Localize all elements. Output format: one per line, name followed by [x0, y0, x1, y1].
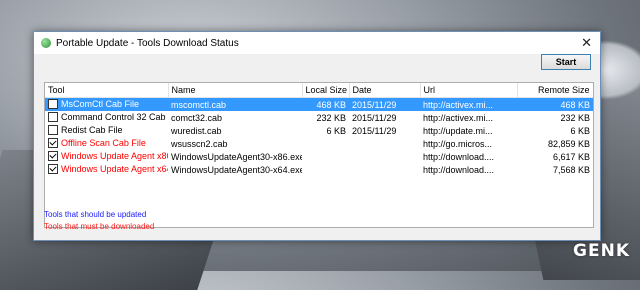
- cell-name: WindowsUpdateAgent30-x86.exe: [171, 151, 302, 162]
- table-row[interactable]: Command Control 32 Cab Filecomct32.cab 23…: [45, 111, 593, 124]
- row-checkbox[interactable]: [48, 124, 58, 135]
- list-header: Tool Name Local Size Date Url Remote Siz…: [45, 83, 593, 98]
- row-checkbox[interactable]: [48, 111, 58, 122]
- cell-remote-size: 468 KB: [517, 97, 593, 111]
- genk-watermark-logo: GENK: [573, 241, 630, 261]
- col-header-name[interactable]: Name: [168, 83, 303, 98]
- cell-date: [349, 163, 420, 176]
- legend-updated: Tools that should be updated: [44, 210, 147, 219]
- cell-local-size: 468 KB: [302, 97, 349, 111]
- col-header-date[interactable]: Date: [349, 83, 421, 98]
- table-row[interactable]: Windows Update Agent x64 WindowsUpdateAge…: [45, 163, 593, 176]
- cell-date: 2015/11/29: [352, 112, 397, 123]
- cell-local-size: [302, 163, 349, 176]
- title-bar[interactable]: Portable Update - Tools Download Status …: [34, 32, 600, 54]
- cell-name: wuredist.cab: [171, 125, 222, 136]
- cell-local-size: [302, 150, 349, 163]
- tool-label: Redist Cab File: [61, 125, 123, 136]
- tool-label: Windows Update Agent x86: [61, 151, 168, 162]
- cell-name: WindowsUpdateAgent30-x64.exe: [171, 164, 302, 175]
- cell-local-size: [302, 137, 349, 150]
- col-header-tool[interactable]: Tool: [45, 83, 169, 98]
- table-row[interactable]: Windows Update Agent x86 WindowsUpdateAge…: [45, 150, 593, 163]
- cell-local-size: 232 KB: [316, 112, 346, 123]
- cell-remote-size: 6 KB: [570, 125, 590, 136]
- row-checkbox[interactable]: [48, 137, 58, 148]
- cell-url: http://download....: [423, 151, 495, 162]
- tool-label: Windows Update Agent x64: [61, 164, 168, 175]
- row-checkbox[interactable]: [48, 98, 58, 109]
- cell-url: http://activex.mi...: [420, 97, 517, 111]
- cell-date: 2015/11/29: [349, 97, 420, 111]
- cell-url: http://download....: [423, 164, 495, 175]
- cell-tool: Windows Update Agent x64: [45, 163, 168, 176]
- tool-label: MsComCtl Cab File: [61, 99, 140, 110]
- cell-name: comct32.cab: [171, 112, 223, 123]
- tool-label: Offline Scan Cab File: [61, 138, 146, 149]
- row-checkbox[interactable]: [48, 150, 58, 161]
- portable-update-window: Portable Update - Tools Download Status …: [33, 31, 601, 241]
- table-row[interactable]: MsComCtl Cab File mscomctl.cab 468 KB 2015/…: [45, 97, 593, 111]
- cell-remote-size: 232 KB: [560, 112, 590, 123]
- close-button[interactable]: ✕: [581, 35, 592, 51]
- table-row[interactable]: Redist Cab File wuredist.cab 6 KB 2015/11/2…: [45, 124, 593, 137]
- start-button[interactable]: Start: [541, 54, 591, 70]
- cell-local-size: 6 KB: [326, 125, 346, 136]
- cell-tool: Windows Update Agent x86: [45, 150, 168, 163]
- row-checkbox[interactable]: [48, 163, 58, 174]
- app-icon: [40, 37, 52, 49]
- window-title: Portable Update - Tools Download Status: [56, 37, 239, 49]
- cell-url: http://update.mi...: [423, 125, 493, 136]
- col-header-local-size[interactable]: Local Size: [302, 83, 350, 98]
- cell-tool: Command Control 32 Cab File: [45, 111, 168, 124]
- cell-remote-size: 6,617 KB: [552, 151, 590, 162]
- cell-remote-size: 82,859 KB: [547, 138, 590, 149]
- cell-name: mscomctl.cab: [168, 97, 302, 111]
- cell-date: [349, 137, 420, 150]
- col-header-url[interactable]: Url: [420, 83, 518, 98]
- col-header-remote-size[interactable]: Remote Size: [517, 83, 593, 98]
- cell-url: http://activex.mi...: [423, 112, 494, 123]
- tools-list[interactable]: Tool Name Local Size Date Url Remote Siz…: [44, 82, 594, 228]
- tool-label: Command Control 32 Cab File: [61, 112, 168, 123]
- cell-tool: MsComCtl Cab File: [45, 97, 168, 111]
- cell-url: http://go.micros...: [423, 138, 493, 149]
- cell-tool: Offline Scan Cab File: [45, 137, 168, 150]
- cell-tool: Redist Cab File: [45, 124, 168, 137]
- cell-name: wsusscn2.cab: [171, 138, 228, 149]
- cell-date: [349, 150, 420, 163]
- cell-date: 2015/11/29: [352, 125, 397, 136]
- legend-download: Tools that must be downloaded: [44, 222, 155, 231]
- table-row[interactable]: Offline Scan Cab File wsusscn2.cab http://…: [45, 137, 593, 150]
- cell-remote-size: 7,568 KB: [552, 164, 590, 175]
